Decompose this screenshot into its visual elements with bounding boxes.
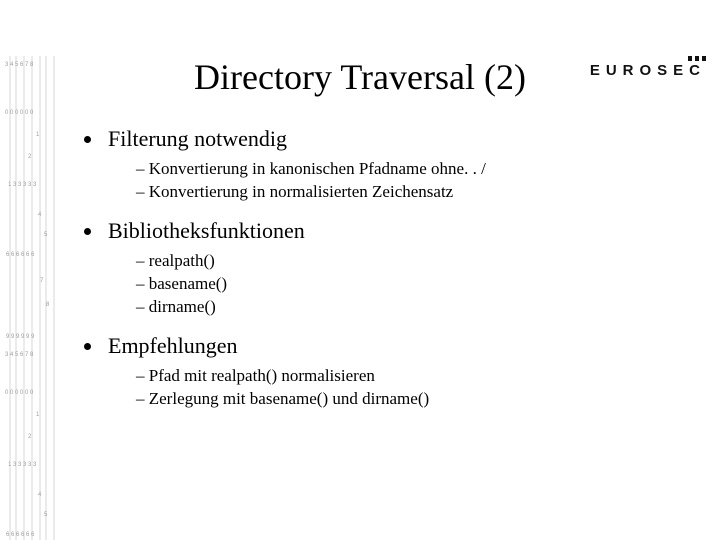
sub-bullet: Konvertierung in kanonischen Pfadname oh… — [136, 158, 700, 181]
sub-bullet: dirname() — [136, 296, 700, 319]
sub-bullet: Zerlegung mit basename() und dirname() — [136, 388, 700, 411]
svg-text:7: 7 — [40, 278, 44, 284]
brand-accent-bars — [688, 56, 706, 61]
bullet-item: Filterung notwendig Konvertierung in kan… — [104, 126, 700, 204]
svg-text:1: 1 — [36, 412, 40, 418]
svg-text:6 6 6 6 6 6: 6 6 6 6 6 6 — [6, 532, 35, 538]
bullet-item: Bibliotheksfunktionen realpath() basenam… — [104, 218, 700, 319]
sub-bullet: Konvertierung in normalisierten Zeichens… — [136, 181, 700, 204]
svg-text:0 0 0 0 0 0: 0 0 0 0 0 0 — [5, 110, 34, 116]
sub-bullet: realpath() — [136, 250, 700, 273]
bullet-text: Filterung notwendig — [108, 126, 287, 151]
slide-content: Filterung notwendig Konvertierung in kan… — [80, 126, 700, 411]
sub-bullet: Pfad mit realpath() normalisieren — [136, 365, 700, 388]
svg-text:1: 1 — [36, 132, 40, 138]
svg-text:8: 8 — [46, 302, 50, 308]
svg-text:1 3 3 3 3 3: 1 3 3 3 3 3 — [8, 462, 37, 468]
bullet-item: Empfehlungen Pfad mit realpath() normali… — [104, 333, 700, 411]
bullet-text: Empfehlungen — [108, 333, 238, 358]
svg-text:1 3 3 3 3 3: 1 3 3 3 3 3 — [8, 182, 37, 188]
sub-bullet: basename() — [136, 273, 700, 296]
brand-logo-text: EUROSEC — [590, 62, 706, 79]
bullet-text: Bibliotheksfunktionen — [108, 218, 305, 243]
svg-text:5: 5 — [44, 512, 48, 518]
svg-text:3 4 5 6 7 8: 3 4 5 6 7 8 — [5, 352, 34, 358]
svg-text:6 6 6 6 6 6: 6 6 6 6 6 6 — [6, 252, 35, 258]
svg-text:2: 2 — [28, 154, 32, 160]
svg-text:4: 4 — [38, 492, 42, 498]
svg-text:2: 2 — [28, 434, 32, 440]
svg-text:5: 5 — [44, 232, 48, 238]
svg-text:0 0 0 0 0 0: 0 0 0 0 0 0 — [5, 390, 34, 396]
left-ruler-decoration: 3 4 5 6 7 8 0 0 0 0 0 0 1 2 1 3 3 3 3 3 … — [0, 56, 72, 540]
svg-text:9 9 9 9 9 9: 9 9 9 9 9 9 — [6, 334, 35, 340]
svg-text:4: 4 — [38, 212, 42, 218]
